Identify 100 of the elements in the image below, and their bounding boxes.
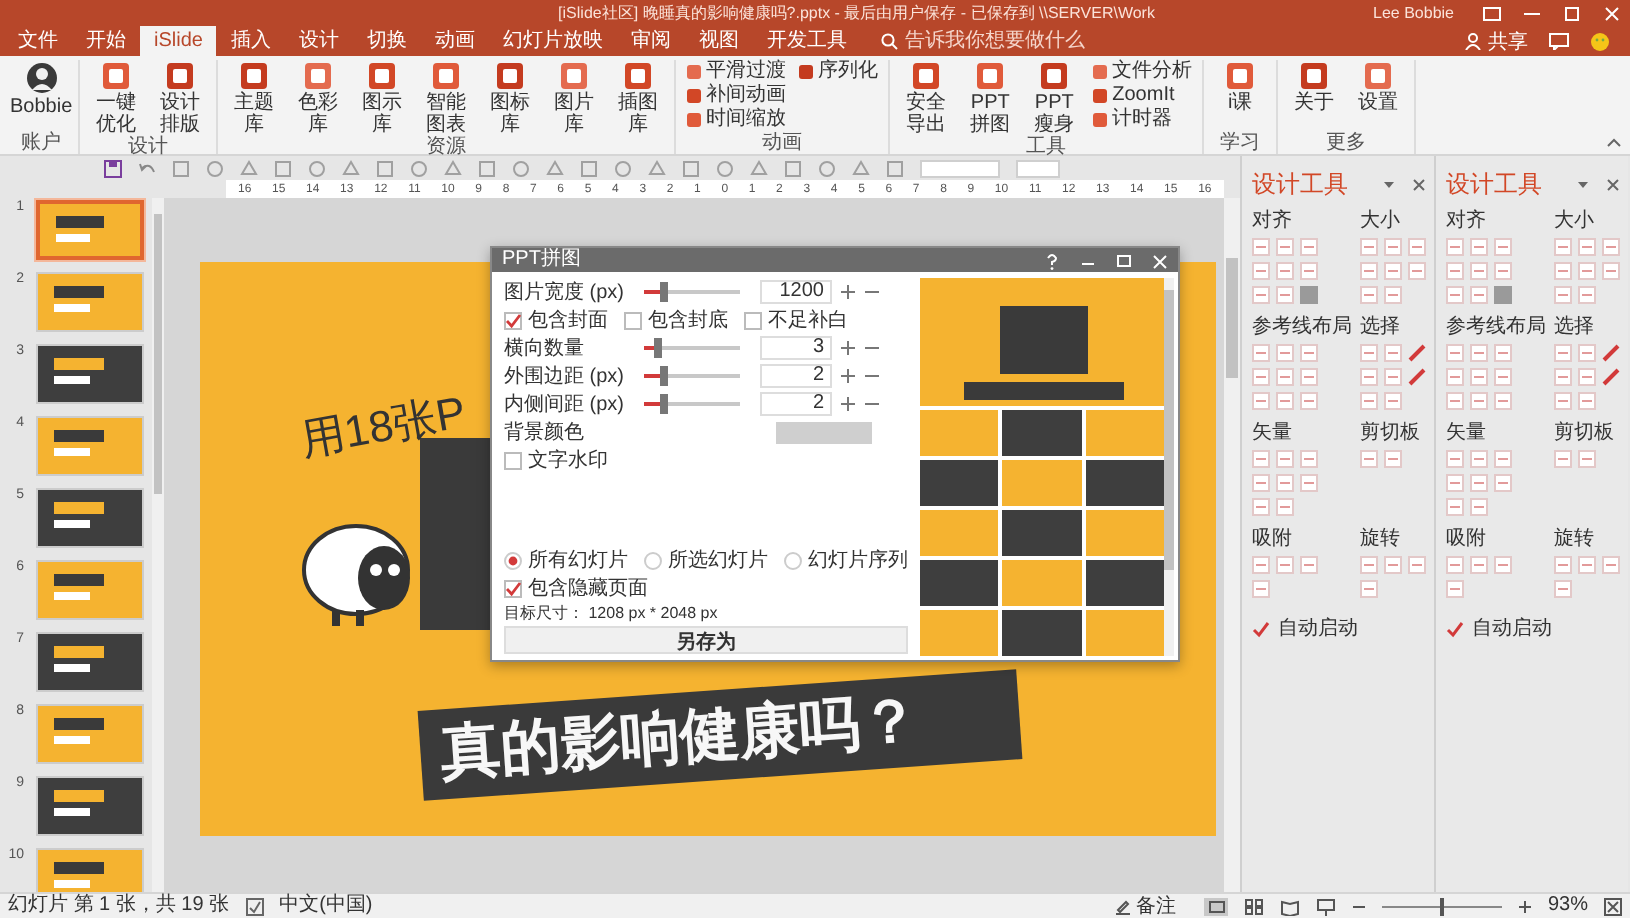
search-icon (880, 32, 899, 50)
ribbon-button[interactable]: ZoomIt (1092, 84, 1193, 106)
slide-thumbnail[interactable] (36, 416, 144, 476)
collapse-icon[interactable] (1606, 136, 1622, 148)
ribbon-tab[interactable]: 切换 (352, 26, 421, 56)
plus-icon[interactable] (840, 396, 856, 412)
slide-thumbnail[interactable] (36, 344, 144, 404)
ribbon-button[interactable]: 关于 (1284, 60, 1345, 114)
color-field[interactable] (776, 421, 872, 443)
plus-icon[interactable] (840, 340, 856, 356)
ribbon-button[interactable]: 插图库 (608, 60, 669, 136)
ribbon-button[interactable]: 计时器 (1092, 108, 1193, 130)
checkbox[interactable]: 包含封底 (624, 306, 728, 334)
checkbox[interactable]: 文字水印 (504, 446, 608, 474)
close-icon[interactable] (1412, 178, 1426, 192)
slideshow-icon[interactable] (1315, 897, 1336, 915)
ribbon-display-icon[interactable] (1482, 5, 1502, 21)
ribbon-tab[interactable]: 插入 (216, 26, 285, 56)
ribbon-button[interactable]: 平滑过渡 (686, 60, 787, 82)
slide-thumbnail[interactable] (36, 776, 144, 836)
ribbon-tab[interactable]: 动画 (420, 26, 489, 56)
notes-button[interactable]: 备注 (1113, 892, 1176, 918)
slider-thumb[interactable] (659, 394, 668, 414)
spellcheck-icon[interactable] (245, 897, 264, 915)
ribbon-button[interactable]: 时间缩放 (686, 108, 787, 130)
undo-icon[interactable] (138, 159, 156, 177)
ribbon-tab[interactable]: 审阅 (616, 26, 685, 56)
ribbon-button[interactable]: 主题库 (224, 60, 285, 136)
number-field[interactable]: 2 (760, 364, 832, 388)
slider-thumb[interactable] (659, 282, 668, 302)
caret-icon[interactable] (1382, 178, 1396, 192)
number-field[interactable]: 1200 (760, 280, 832, 304)
number-field[interactable]: 3 (760, 336, 832, 360)
search-field[interactable]: 告诉我你想要做什么 (880, 26, 1181, 56)
radio-button[interactable]: 幻灯片序列 (784, 546, 908, 574)
plus-icon[interactable] (840, 284, 856, 300)
ribbon-button[interactable]: 补间动画 (686, 84, 787, 106)
scrollbar[interactable] (152, 198, 164, 892)
slide-thumbnail[interactable] (36, 848, 144, 892)
number-field[interactable]: 2 (760, 392, 832, 416)
ribbon-tab[interactable]: 设计 (284, 26, 353, 56)
normal-view-icon[interactable] (1203, 897, 1228, 915)
maximize-icon[interactable] (1562, 5, 1582, 21)
save-icon[interactable] (104, 159, 122, 177)
ribbon-button[interactable]: PPT拼图 (960, 60, 1021, 136)
slide-thumbnail[interactable] (36, 272, 144, 332)
radio-button[interactable]: 所有幻灯片 (504, 546, 628, 574)
ribbon-button[interactable]: 图标库 (480, 60, 541, 136)
plus-icon[interactable] (840, 368, 856, 384)
ribbon-button[interactable]: 安全导出 (896, 60, 957, 136)
ribbon-button[interactable]: 序列化 (798, 60, 879, 82)
slide-thumbnail[interactable] (36, 488, 144, 548)
maximize-icon[interactable] (1116, 251, 1132, 269)
radio-button[interactable]: 所选幻灯片 (644, 546, 768, 574)
ribbon-button[interactable]: 一键优化 (86, 60, 147, 136)
ribbon-button[interactable]: 设计排版 (150, 60, 211, 136)
zoom-slider-thumb[interactable] (1439, 897, 1444, 915)
ribbon-button[interactable]: 图片库 (544, 60, 605, 136)
caret-icon[interactable] (1576, 178, 1590, 192)
auto-start-checkbox[interactable]: 自动启动 (1252, 614, 1426, 642)
sorter-view-icon[interactable] (1243, 897, 1264, 915)
font-name-field[interactable] (920, 159, 1000, 177)
scrollbar[interactable] (1164, 278, 1174, 656)
ribbon-button[interactable]: 色彩库 (288, 60, 349, 136)
help-icon[interactable] (1044, 251, 1060, 269)
ribbon-button[interactable]: PPT瘦身 (1024, 60, 1085, 136)
font-size-field[interactable] (1016, 159, 1060, 177)
share-button[interactable]: 共享 (1464, 26, 1528, 56)
slide-thumbnail[interactable] (36, 560, 144, 620)
reading-view-icon[interactable] (1279, 897, 1300, 915)
checkbox[interactable]: 不足补白 (744, 306, 848, 334)
ribbon-button[interactable]: 文件分析 (1092, 60, 1193, 82)
slide-thumbnail[interactable] (36, 200, 144, 260)
ribbon-button[interactable]: 图示库 (352, 60, 413, 136)
slide-thumbnail[interactable] (36, 632, 144, 692)
ribbon-tab[interactable]: 开发工具 (752, 26, 861, 56)
auto-start-checkbox[interactable]: 自动启动 (1446, 614, 1620, 642)
zoom-level[interactable]: 93% (1547, 894, 1588, 918)
ribbon-button[interactable]: 智能图表 (416, 60, 477, 136)
smiley-icon[interactable] (1590, 31, 1610, 51)
ribbon-tab[interactable]: 开始 (72, 26, 140, 56)
ribbon-tab[interactable]: 文件 (4, 26, 72, 56)
fit-window-icon[interactable] (1604, 897, 1622, 915)
zoom-in-icon[interactable] (1517, 899, 1532, 913)
language-indicator[interactable]: 中文(中国) (279, 894, 373, 918)
slide-thumbnail[interactable] (36, 704, 144, 764)
scrollbar[interactable] (1224, 198, 1240, 892)
save-as-button[interactable]: 另存为 (504, 626, 908, 654)
close-icon[interactable] (1606, 178, 1620, 192)
ribbon-button[interactable]: Bobbie (10, 60, 73, 118)
checkbox[interactable]: 包含封面 (504, 306, 608, 334)
slider-thumb[interactable] (659, 366, 668, 386)
ribbon-button[interactable]: 设置 (1348, 60, 1409, 114)
checkbox[interactable]: 包含隐藏页面 (504, 574, 648, 602)
slider-thumb[interactable] (654, 338, 663, 358)
ribbon-tab[interactable]: iSlide (140, 26, 217, 56)
ribbon-tab[interactable]: 视图 (684, 26, 753, 56)
ribbon-button[interactable]: i课 (1210, 60, 1271, 114)
comment-icon[interactable] (1548, 32, 1570, 50)
ribbon-tab[interactable]: 幻灯片放映 (488, 26, 617, 56)
